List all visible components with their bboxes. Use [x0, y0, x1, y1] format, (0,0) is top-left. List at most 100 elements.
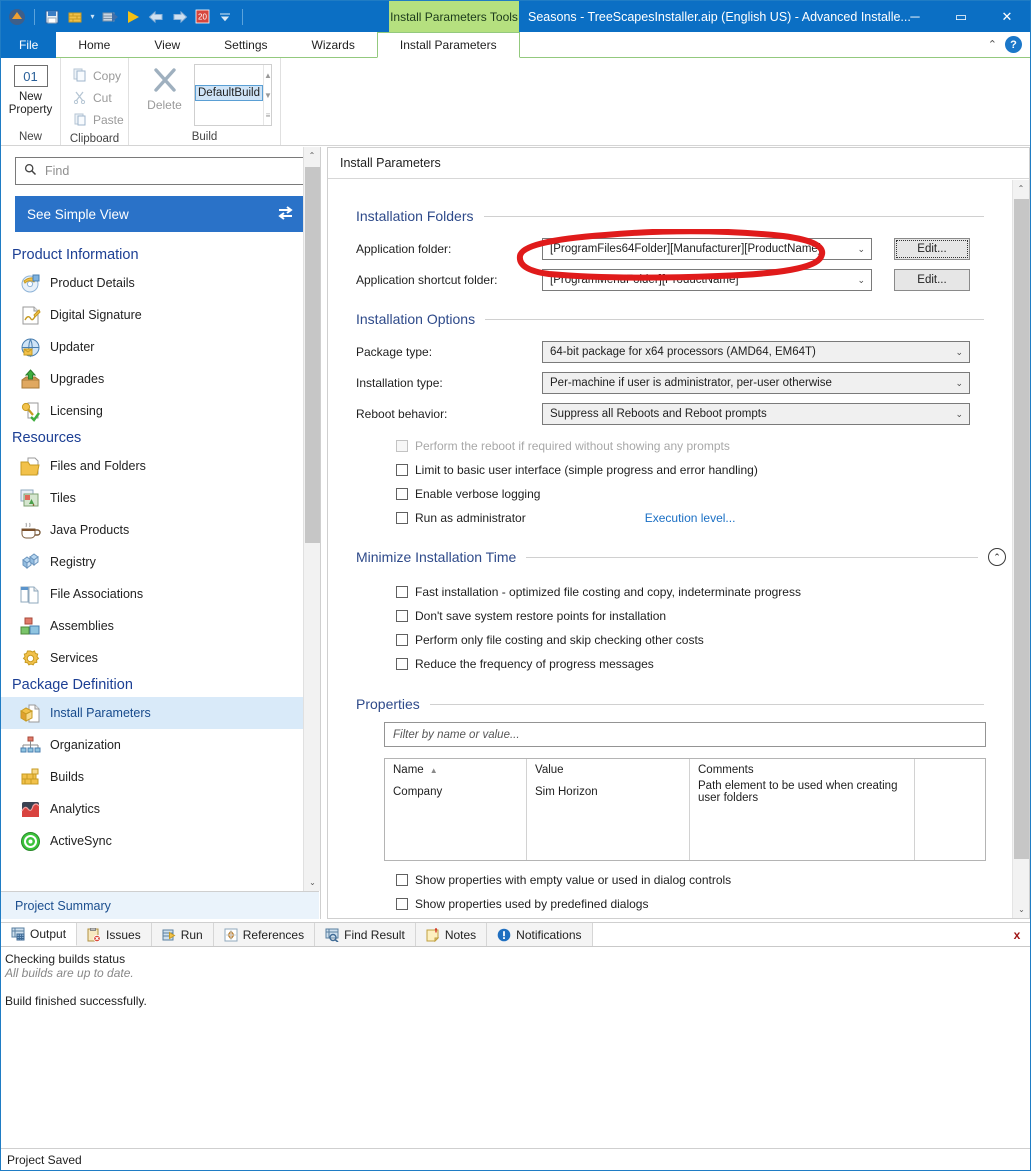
build-icon[interactable]	[65, 7, 85, 27]
column-header-comments[interactable]: Comments	[690, 759, 915, 781]
forward-icon[interactable]	[169, 7, 189, 27]
tab-wizards[interactable]: Wizards	[290, 32, 377, 58]
checkbox-limit-basic-ui[interactable]	[396, 464, 408, 476]
trial-days-icon[interactable]: 20	[192, 7, 212, 27]
build-item-defaultbuild[interactable]: DefaultBuild	[195, 85, 264, 101]
checkbox-reduce-progress-messages[interactable]	[396, 658, 408, 670]
application-shortcut-folder-edit-button[interactable]: Edit...	[894, 269, 970, 291]
delete-button[interactable]: Delete	[141, 63, 188, 112]
checkbox-only-file-costing[interactable]	[396, 634, 408, 646]
sidebar-scrollbar[interactable]: ⌃ ⌄	[303, 147, 320, 891]
cut-button[interactable]: Cut	[69, 87, 116, 109]
sidebar-item-builds[interactable]: Builds	[1, 761, 320, 793]
checkbox-perform-reboot[interactable]	[396, 440, 408, 452]
scroll-end-icon[interactable]: ≡	[266, 111, 271, 120]
tab-file[interactable]: File	[1, 32, 57, 58]
help-icon[interactable]: ?	[1005, 36, 1022, 53]
build-dropdown-caret-icon[interactable]: ▾	[88, 7, 97, 27]
sidebar-item-tiles[interactable]: Tiles	[1, 482, 320, 514]
column-header-value[interactable]: Value	[527, 759, 690, 781]
table-row[interactable]: Company Sim Horizon Path element to be u…	[385, 780, 985, 804]
collapse-ribbon-icon[interactable]: ⌃	[988, 38, 997, 51]
main-scrollbar[interactable]: ⌃ ⌄	[1012, 180, 1029, 918]
chevron-down-icon[interactable]: ⌄	[955, 409, 963, 420]
sidebar-scroll-thumb[interactable]	[305, 167, 320, 543]
sidebar-item-upgrades[interactable]: Upgrades	[1, 363, 320, 395]
sidebar-item-product-details[interactable]: Product Details	[1, 267, 320, 299]
run-icon[interactable]	[123, 7, 143, 27]
checkbox-show-predefined-dialog-properties[interactable]	[396, 898, 408, 910]
sidebar-item-install-parameters[interactable]: Install Parameters	[1, 697, 320, 729]
installation-type-select[interactable]: Per-machine if user is administrator, pe…	[542, 372, 970, 394]
search-box[interactable]	[15, 157, 306, 185]
execution-level-link[interactable]: Execution level...	[645, 511, 736, 525]
checkbox-no-restore-points[interactable]	[396, 610, 408, 622]
sidebar-scroll-up-button[interactable]: ⌃	[304, 147, 320, 164]
package-type-select[interactable]: 64-bit package for x64 processors (AMD64…	[542, 341, 970, 363]
sidebar-item-file-associations[interactable]: File Associations	[1, 578, 320, 610]
copy-button[interactable]: Copy	[69, 65, 125, 87]
tab-view[interactable]: View	[132, 32, 202, 58]
build-selector-scroll[interactable]: ▲ ▼ ≡	[263, 65, 272, 125]
tab-find-result[interactable]: Find Result	[315, 923, 416, 946]
sidebar-item-updater[interactable]: Updater	[1, 331, 320, 363]
search-input[interactable]	[43, 163, 297, 179]
chevron-down-icon[interactable]: ⌄	[955, 347, 963, 358]
paste-button[interactable]: Paste	[69, 109, 128, 131]
tab-install-parameters[interactable]: Install Parameters	[376, 32, 520, 58]
sidebar-item-digital-signature[interactable]: Digital Signature	[1, 299, 320, 331]
qat-dropdown-caret-icon[interactable]	[215, 7, 235, 27]
chevron-down-icon[interactable]: ⌄	[955, 378, 963, 389]
sidebar-item-activesync[interactable]: ActiveSync	[1, 825, 320, 857]
app-logo-icon[interactable]	[7, 7, 27, 27]
tab-output[interactable]: Output	[1, 923, 78, 946]
application-folder-combo[interactable]: [ProgramFiles64Folder][Manufacturer][Pro…	[542, 238, 872, 260]
checkbox-verbose-logging[interactable]	[396, 488, 408, 500]
collapse-section-icon[interactable]: ⌃	[988, 548, 1006, 566]
save-icon[interactable]	[42, 7, 62, 27]
main-scroll-up-button[interactable]: ⌃	[1013, 180, 1029, 197]
back-icon[interactable]	[146, 7, 166, 27]
application-folder-edit-button[interactable]: Edit...	[894, 238, 970, 260]
see-simple-view-button[interactable]: See Simple View	[15, 196, 306, 232]
sidebar-item-registry[interactable]: Registry	[1, 546, 320, 578]
reboot-behavior-select[interactable]: Suppress all Reboots and Reboot prompts …	[542, 403, 970, 425]
column-header-name[interactable]: Name ▲	[385, 759, 527, 781]
checkbox-show-empty-properties[interactable]	[396, 874, 408, 886]
main-scroll-thumb[interactable]	[1014, 199, 1029, 859]
tab-notes[interactable]: Notes	[415, 923, 488, 946]
maximize-button[interactable]: ▭	[938, 1, 984, 32]
output-line-blank	[5, 980, 1030, 994]
scroll-down-icon[interactable]: ▼	[264, 91, 272, 100]
tab-issues[interactable]: Issues	[77, 923, 152, 946]
main-scroll-down-button[interactable]: ⌄	[1013, 901, 1029, 918]
sidebar-item-services[interactable]: Services	[1, 642, 320, 674]
sidebar-scroll-down-button[interactable]: ⌄	[304, 874, 320, 891]
checkbox-fast-installation[interactable]	[396, 586, 408, 598]
close-bottom-panel-button[interactable]: x	[1004, 923, 1030, 946]
application-shortcut-folder-combo[interactable]: [ProgramMenuFolder][ProductName] ⌄	[542, 269, 872, 291]
build-selector-list[interactable]: DefaultBuild ▲ ▼ ≡	[194, 64, 272, 126]
tab-home[interactable]: Home	[56, 32, 132, 58]
tab-run[interactable]: Run	[151, 923, 214, 946]
checkbox-run-as-administrator[interactable]	[396, 512, 408, 524]
build-run-icon[interactable]	[100, 7, 120, 27]
tab-notifications[interactable]: Notifications	[487, 923, 593, 946]
sidebar-item-assemblies[interactable]: Assemblies	[1, 610, 320, 642]
properties-filter-input[interactable]: Filter by name or value...	[384, 722, 986, 747]
tab-references[interactable]: References	[213, 923, 316, 946]
sidebar-item-licensing[interactable]: Licensing	[1, 395, 320, 427]
chevron-down-icon[interactable]: ⌄	[857, 275, 865, 286]
scroll-up-icon[interactable]: ▲	[264, 71, 272, 80]
minimize-button[interactable]: ─	[892, 1, 938, 32]
project-summary-button[interactable]: Project Summary	[1, 891, 319, 919]
sidebar-item-files-and-folders[interactable]: Files and Folders	[1, 450, 320, 482]
sidebar-item-java-products[interactable]: Java Products	[1, 514, 320, 546]
tab-settings[interactable]: Settings	[202, 32, 289, 58]
section-title: Properties	[356, 696, 420, 712]
sidebar-item-analytics[interactable]: Analytics	[1, 793, 320, 825]
close-button[interactable]: ✕	[984, 1, 1030, 32]
chevron-down-icon[interactable]: ⌄	[857, 244, 865, 255]
new-property-button[interactable]: 01 New Property	[9, 63, 52, 117]
sidebar-item-organization[interactable]: Organization	[1, 729, 320, 761]
